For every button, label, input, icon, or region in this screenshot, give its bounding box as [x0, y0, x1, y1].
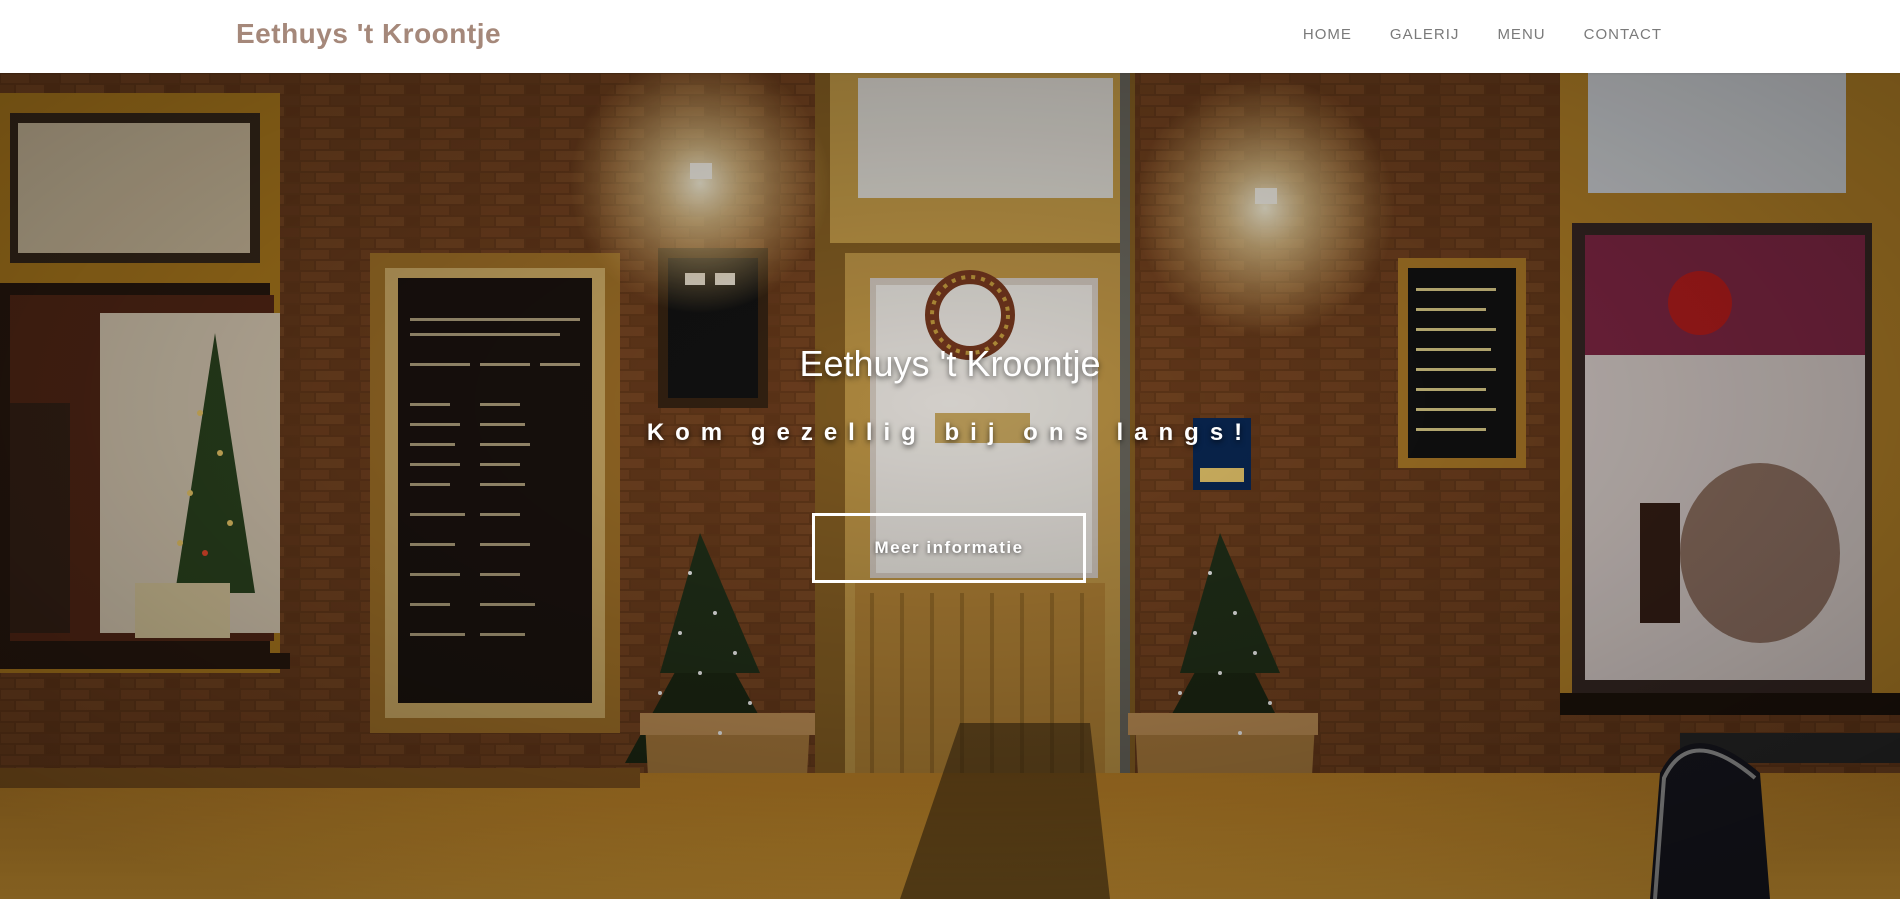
- nav-item-contact[interactable]: CONTACT: [1584, 26, 1662, 43]
- hero-dim-overlay: [0, 73, 1900, 899]
- nav-item-home[interactable]: HOME: [1303, 26, 1352, 43]
- hero-subtitle: Kom gezellig bij ons langs!: [646, 419, 1254, 446]
- nav-menu: HOME GALERIJ MENU CONTACT: [1303, 26, 1662, 43]
- more-info-button[interactable]: Meer informatie: [812, 513, 1086, 583]
- nav-item-galerij[interactable]: GALERIJ: [1390, 26, 1460, 43]
- site-brand-logo[interactable]: Eethuys 't Kroontje: [236, 18, 501, 50]
- hero-section: Eethuys 't Kroontje Kom gezellig bij ons…: [0, 73, 1900, 899]
- hero-title: Eethuys 't Kroontje: [799, 343, 1101, 384]
- top-navbar: Eethuys 't Kroontje HOME GALERIJ MENU CO…: [0, 0, 1900, 73]
- nav-item-menu[interactable]: MENU: [1497, 26, 1545, 43]
